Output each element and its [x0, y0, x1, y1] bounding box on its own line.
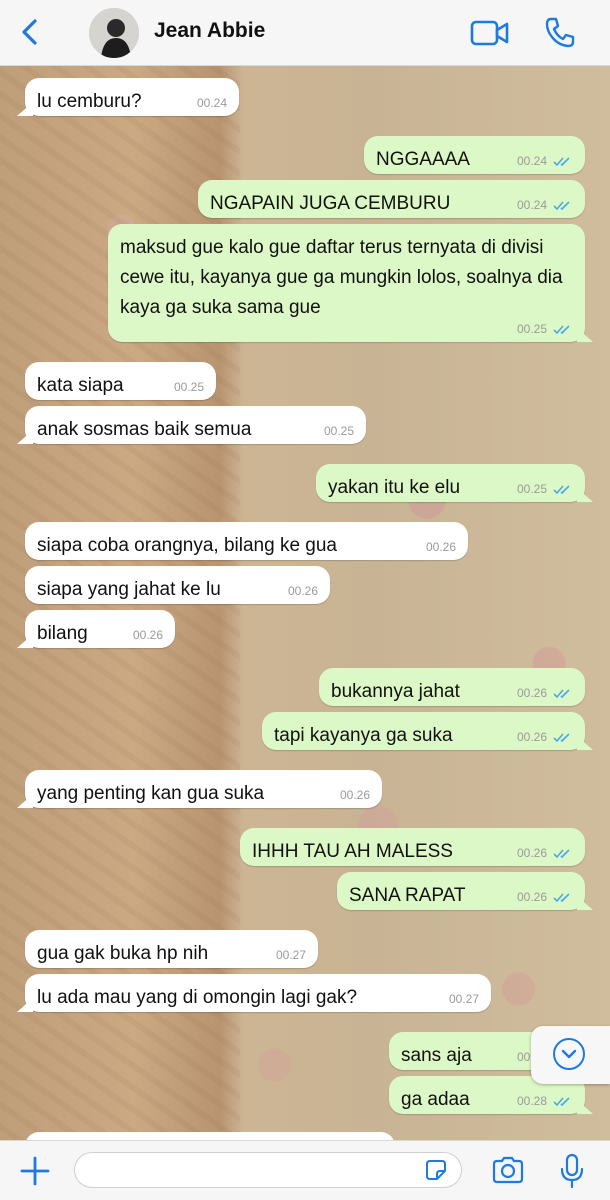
message-text: siapa coba orangnya, bilang ke gua — [37, 535, 338, 556]
message-outgoing[interactable]: maksud gue kalo gue daftar terus ternyat… — [108, 224, 585, 342]
message-time: 00.27 — [275, 948, 306, 962]
chevron-left-icon[interactable] — [14, 16, 46, 48]
message-incoming[interactable]: bilang 00.26 — [25, 610, 175, 648]
message-time: 00.26 — [425, 540, 456, 554]
message-outgoing[interactable]: yakan itu ke elu 00.25 — [316, 464, 585, 502]
read-receipt-icon — [553, 1097, 570, 1107]
message-time: 00.28 — [516, 1094, 547, 1108]
message-text: maksud gue kalo gue daftar terus ternyat… — [120, 237, 563, 318]
message-time: 00.26 — [132, 628, 163, 642]
message-outgoing[interactable]: IHHH TAU AH MALESS 00.26 — [240, 828, 585, 866]
message-outgoing[interactable]: NGGAAAA 00.24 — [364, 136, 585, 174]
chevron-down-icon — [553, 1038, 585, 1070]
message-incoming[interactable]: kata siapa 00.25 — [25, 362, 216, 400]
message-time: 00.27 — [448, 992, 479, 1006]
message-time: 00.24 — [516, 154, 547, 168]
message-incoming[interactable]: lu cemburu? 00.24 — [25, 78, 239, 116]
message-time: 00.25 — [173, 380, 204, 394]
message-text: anak sosmas baik semua — [37, 419, 252, 440]
scroll-to-bottom-button[interactable] — [531, 1026, 610, 1084]
message-text: yang penting kan gua suka — [37, 783, 265, 804]
read-receipt-icon — [553, 325, 570, 335]
message-input[interactable] — [74, 1152, 462, 1188]
message-text: lu ada mau yang di omongin lagi gak? — [37, 987, 358, 1008]
read-receipt-icon — [553, 893, 570, 903]
message-outgoing[interactable]: SANA RAPAT 00.26 — [337, 872, 585, 910]
video-call-icon[interactable] — [470, 16, 510, 50]
avatar[interactable] — [89, 8, 139, 58]
message-time: 00.25 — [516, 482, 547, 496]
message-incoming[interactable]: siapa yang jahat ke lu 00.26 — [25, 566, 330, 604]
message-time: 00.26 — [287, 584, 318, 598]
message-time: 00.26 — [339, 788, 370, 802]
message-time: 00.26 — [516, 686, 547, 700]
message-text: ga adaa — [401, 1089, 470, 1110]
message-time: 00.25 — [516, 322, 547, 336]
plus-icon[interactable] — [18, 1154, 52, 1188]
message-outgoing[interactable]: NGAPAIN JUGA CEMBURU 00.24 — [198, 180, 585, 218]
phone-icon[interactable] — [543, 15, 577, 49]
message-incoming[interactable]: siapa coba orangnya, bilang ke gua 00.26 — [25, 522, 468, 560]
message-time: 00.24 — [516, 198, 547, 212]
read-receipt-icon — [553, 689, 570, 699]
read-receipt-icon — [553, 733, 570, 743]
message-outgoing[interactable]: bukannya jahat 00.26 — [319, 668, 585, 706]
message-time: 00.24 — [196, 96, 227, 110]
camera-icon[interactable] — [491, 1155, 525, 1185]
message-text: gua gak buka hp nih — [37, 943, 209, 964]
contact-name[interactable]: Jean Abbie — [154, 19, 265, 43]
chat-header: Jean Abbie — [0, 0, 610, 66]
sticker-icon[interactable] — [424, 1158, 448, 1182]
message-time: 00.25 — [323, 424, 354, 438]
read-receipt-icon — [553, 485, 570, 495]
message-time: 00.26 — [516, 730, 547, 744]
message-incoming[interactable]: lu ada mau yang di omongin lagi gak? 00.… — [25, 974, 491, 1012]
message-time: 00.26 — [516, 890, 547, 904]
composer-bar — [0, 1140, 610, 1200]
microphone-icon[interactable] — [558, 1153, 586, 1189]
message-incoming[interactable]: yang penting kan gua suka 00.26 — [25, 770, 382, 808]
message-time: 00.26 — [516, 846, 547, 860]
message-outgoing[interactable]: tapi kayanya ga suka 00.26 — [262, 712, 585, 750]
read-receipt-icon — [553, 849, 570, 859]
message-text: siapa yang jahat ke lu — [37, 579, 221, 600]
chat-screen: Jean Abbie lu cemburu? 00.24 NGGAAAA 00.… — [0, 0, 610, 1200]
read-receipt-icon — [553, 201, 570, 211]
message-incoming[interactable]: anak sosmas baik semua 00.25 — [25, 406, 366, 444]
message-incoming[interactable]: gua gak buka hp nih 00.27 — [25, 930, 318, 968]
read-receipt-icon — [553, 157, 570, 167]
